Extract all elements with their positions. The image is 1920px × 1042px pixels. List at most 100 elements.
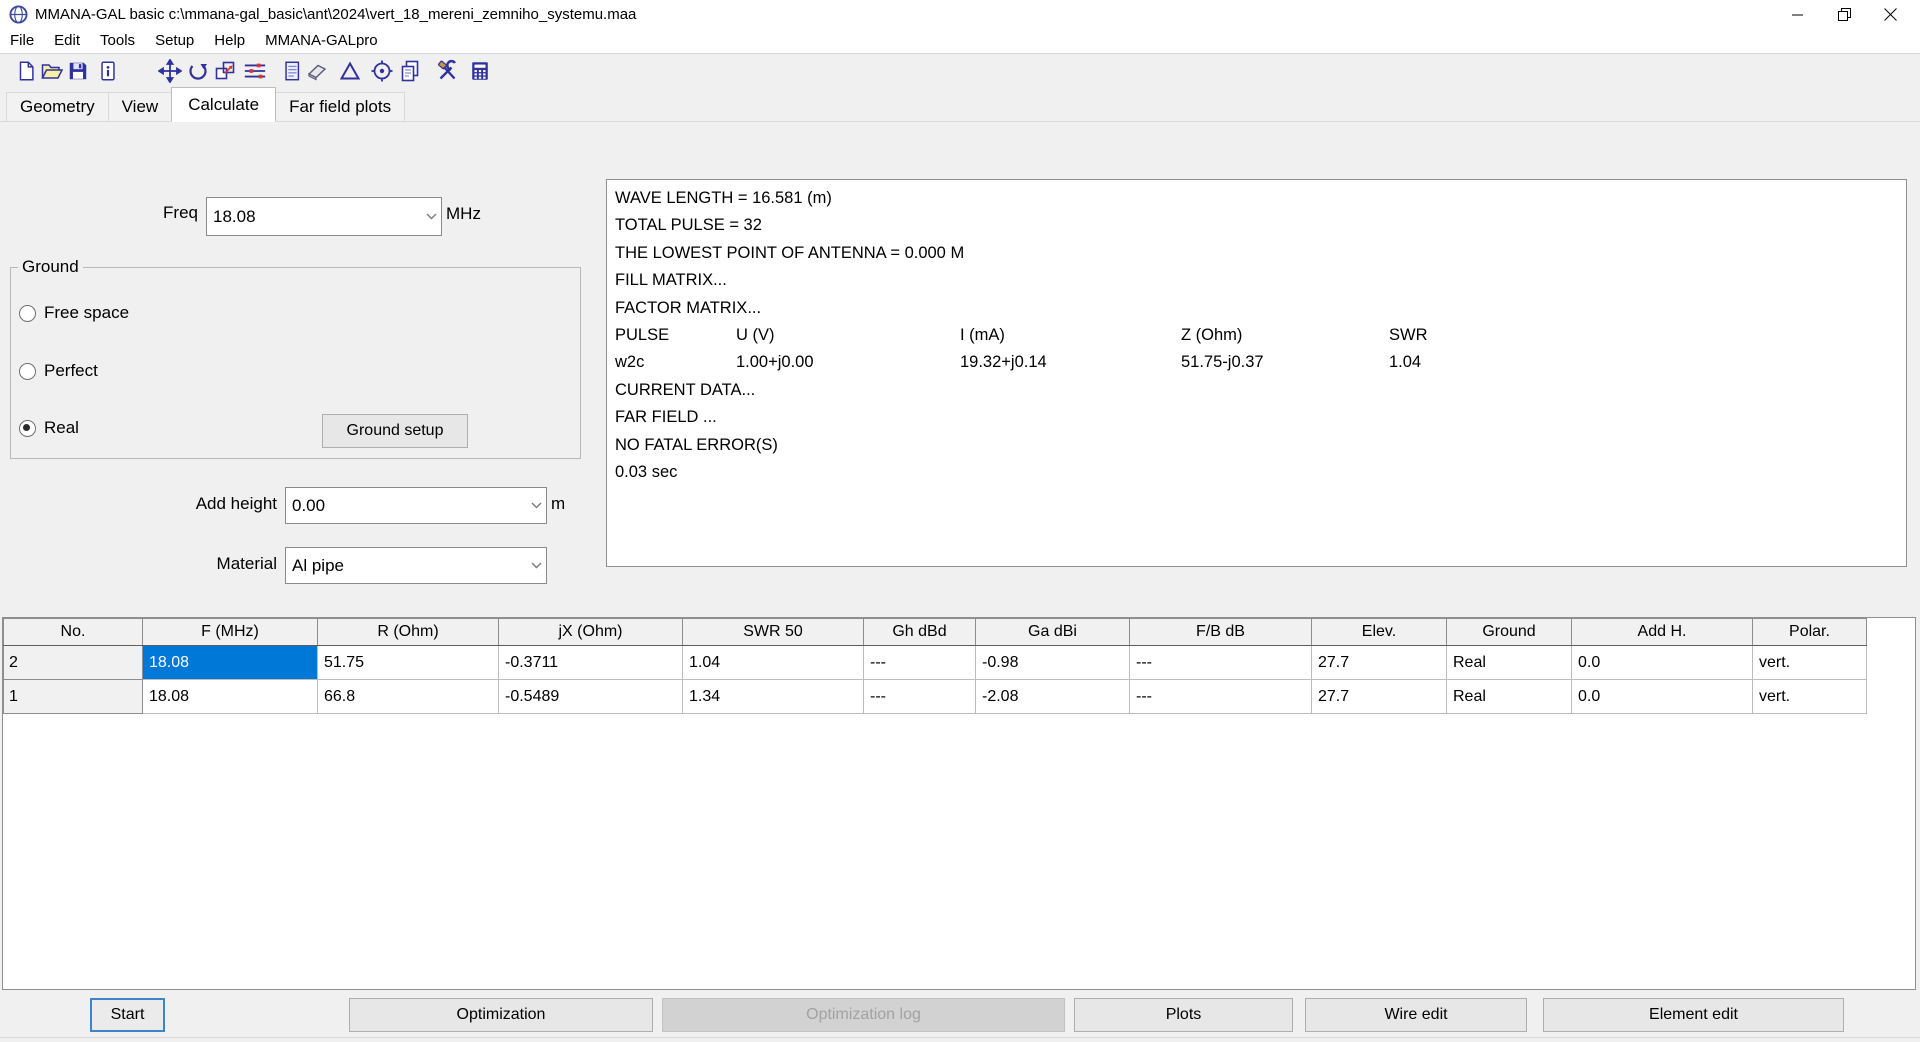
add-height-dropdown-button[interactable] — [527, 488, 546, 523]
table-cell[interactable]: 51.75 — [318, 646, 499, 680]
radio-perfect-circle-icon — [19, 363, 36, 380]
target-button[interactable] — [370, 59, 394, 83]
table-cell-selected[interactable]: 18.08 — [143, 646, 318, 680]
move-button[interactable] — [158, 59, 182, 83]
optimization-button[interactable]: Optimization — [349, 998, 653, 1032]
new-file-button[interactable] — [14, 59, 38, 83]
move-icon — [158, 59, 182, 83]
copy-button[interactable] — [398, 59, 422, 83]
table-cell[interactable]: vert. — [1753, 646, 1867, 680]
table-cell[interactable]: 0.0 — [1572, 680, 1753, 714]
close-icon — [1884, 8, 1897, 21]
radio-free-space[interactable]: Free space — [19, 302, 129, 324]
optimization-log-button: Optimization log — [662, 998, 1065, 1032]
menu-mmana-galpro[interactable]: MMANA-GALpro — [255, 29, 388, 53]
table-cell[interactable]: -0.3711 — [499, 646, 683, 680]
table-cell[interactable]: 1.04 — [683, 646, 864, 680]
menu-bar: File Edit Tools Setup Help MMANA-GALpro — [0, 29, 1920, 54]
scale-button[interactable] — [213, 59, 237, 83]
pulse-value: 1.00+j0.00 — [736, 349, 960, 376]
col-header-add-h: Add H. — [1572, 619, 1753, 646]
rotate-button[interactable] — [186, 59, 210, 83]
table-cell[interactable]: vert. — [1753, 680, 1867, 714]
wire-settings-button[interactable] — [243, 59, 267, 83]
table-cell[interactable]: --- — [1130, 680, 1312, 714]
menu-tools[interactable]: Tools — [90, 29, 145, 53]
eraser-button[interactable] — [305, 59, 329, 83]
tab-strip: Geometry View Calculate Far field plots — [0, 88, 1920, 122]
radio-real[interactable]: Real — [19, 417, 79, 439]
close-button[interactable] — [1867, 0, 1913, 29]
scale-icon — [213, 59, 237, 83]
menu-file[interactable]: File — [0, 29, 44, 53]
triangle-button[interactable] — [338, 59, 362, 83]
col-header-swr50: SWR 50 — [683, 619, 864, 646]
table-cell[interactable]: 27.7 — [1312, 680, 1447, 714]
pulse-col-label: U (V) — [736, 322, 960, 349]
rotate-icon — [186, 59, 210, 83]
tab-calculate[interactable]: Calculate — [171, 87, 276, 122]
col-header-fb-db: F/B dB — [1130, 619, 1312, 646]
calculation-output-panel: WAVE LENGTH = 16.581 (m) TOTAL PULSE = 3… — [606, 179, 1907, 567]
freq-input[interactable] — [207, 198, 422, 235]
output-line: FILL MATRIX... — [615, 267, 1898, 294]
menu-edit[interactable]: Edit — [44, 29, 90, 53]
table-cell[interactable]: 0.0 — [1572, 646, 1753, 680]
plots-button[interactable]: Plots — [1074, 998, 1293, 1032]
element-edit-button[interactable]: Element edit — [1543, 998, 1844, 1032]
col-header-ga-dbi: Ga dBi — [976, 619, 1130, 646]
table-cell[interactable]: 18.08 — [143, 680, 318, 714]
radio-free-space-label: Free space — [44, 303, 129, 323]
output-line: CURRENT DATA... — [615, 377, 1898, 404]
start-button[interactable]: Start — [90, 998, 165, 1032]
document-button[interactable] — [280, 59, 304, 83]
col-header-no: No. — [4, 619, 143, 646]
restore-icon — [1838, 8, 1851, 21]
table-cell[interactable]: --- — [1130, 646, 1312, 680]
tab-geometry[interactable]: Geometry — [6, 92, 109, 121]
table-cell[interactable]: 1.34 — [683, 680, 864, 714]
restore-button[interactable] — [1821, 0, 1867, 29]
add-height-label: Add height — [0, 494, 277, 514]
ground-setup-button[interactable]: Ground setup — [322, 414, 468, 448]
calculator-button[interactable] — [468, 59, 492, 83]
col-header-jx-ohm: jX (Ohm) — [499, 619, 683, 646]
table-cell[interactable]: --- — [864, 680, 976, 714]
table-cell[interactable]: Real — [1447, 680, 1572, 714]
row-header-cell[interactable]: 1 — [4, 680, 143, 714]
file-info-button[interactable] — [96, 59, 120, 83]
table-cell[interactable]: -2.08 — [976, 680, 1130, 714]
ground-groupbox-title: Ground — [18, 257, 83, 277]
open-file-button[interactable] — [40, 59, 64, 83]
tab-far-field-plots[interactable]: Far field plots — [275, 92, 405, 121]
wire-edit-button[interactable]: Wire edit — [1305, 998, 1527, 1032]
output-line: THE LOWEST POINT OF ANTENNA = 0.000 M — [615, 240, 1898, 267]
minimize-button[interactable] — [1775, 0, 1821, 29]
save-button[interactable] — [66, 59, 90, 83]
pulse-value: 19.32+j0.14 — [960, 349, 1181, 376]
add-height-combobox — [285, 487, 547, 524]
tab-view[interactable]: View — [108, 92, 173, 121]
add-height-input[interactable] — [286, 488, 527, 523]
table-cell[interactable]: 27.7 — [1312, 646, 1447, 680]
chevron-down-icon — [531, 502, 542, 509]
material-dropdown-button[interactable] — [527, 548, 546, 583]
radio-perfect[interactable]: Perfect — [19, 360, 98, 382]
window-title: MMANA-GAL basic c:\mmana-gal_basic\ant\2… — [35, 6, 636, 23]
tools-button[interactable] — [435, 59, 459, 83]
material-combobox — [285, 547, 547, 584]
table-cell[interactable]: -0.5489 — [499, 680, 683, 714]
material-label: Material — [0, 554, 277, 574]
freq-dropdown-button[interactable] — [422, 198, 441, 235]
table-cell[interactable]: -0.98 — [976, 646, 1130, 680]
menu-setup[interactable]: Setup — [145, 29, 204, 53]
table-cell[interactable]: --- — [864, 646, 976, 680]
pulse-value: 1.04 — [1389, 353, 1421, 371]
material-input[interactable] — [286, 548, 527, 583]
pulse-value: w2c — [615, 349, 736, 376]
row-header-cell[interactable]: 2 — [4, 646, 143, 680]
table-cell[interactable]: Real — [1447, 646, 1572, 680]
status-strip-divider — [0, 1037, 1920, 1038]
menu-help[interactable]: Help — [204, 29, 255, 53]
table-cell[interactable]: 66.8 — [318, 680, 499, 714]
